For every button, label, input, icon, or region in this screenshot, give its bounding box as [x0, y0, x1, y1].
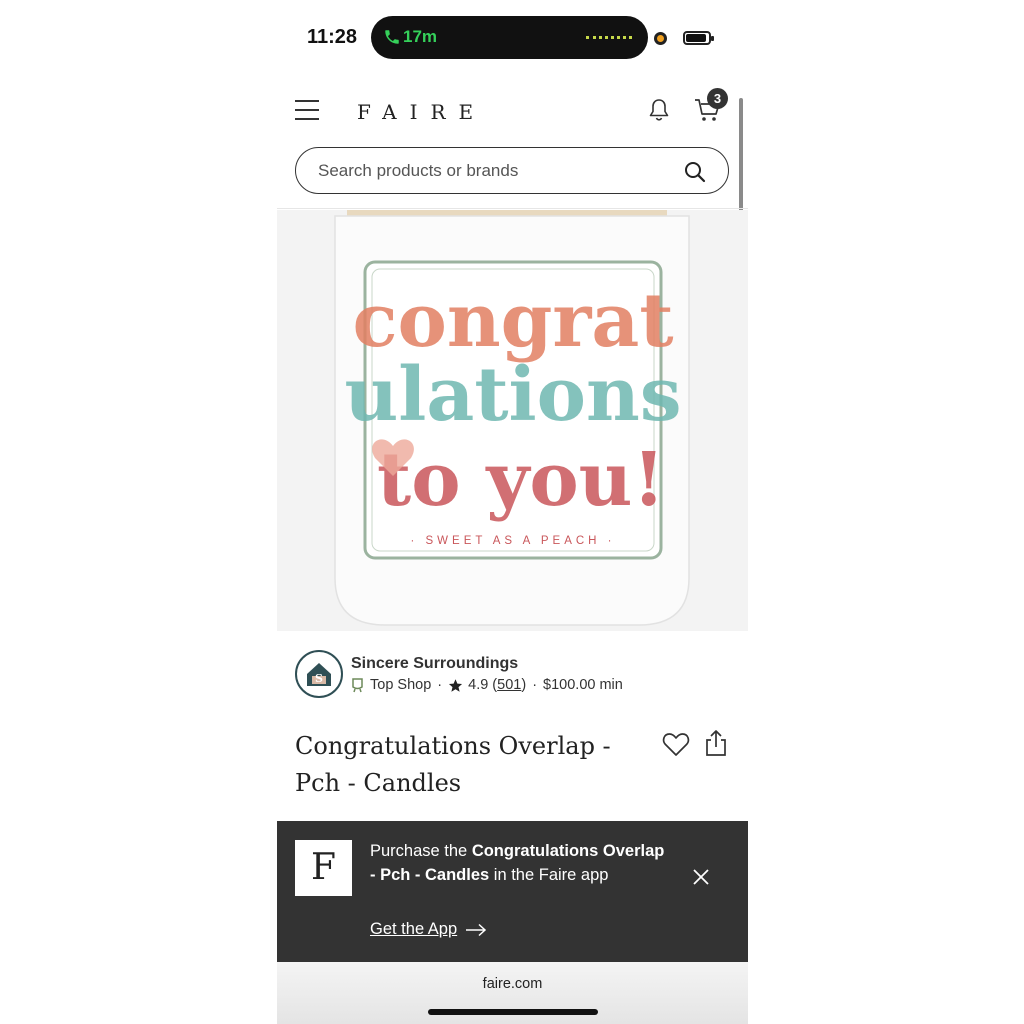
faire-logo[interactable]: FAIRE — [357, 100, 486, 124]
shop-meta: Top Shop · 4.9 (501) · $100.00 min — [351, 677, 623, 693]
label-line-2: ulations — [345, 352, 682, 438]
cart-count-badge: 3 — [707, 88, 728, 109]
banner-text-prefix: Purchase the — [370, 842, 472, 860]
search-icon[interactable] — [684, 161, 706, 183]
review-count-link[interactable]: 501 — [497, 677, 521, 693]
favorite-heart-icon[interactable] — [662, 731, 690, 757]
top-shop-badge-icon — [352, 677, 363, 692]
status-time: 11:28 — [307, 26, 358, 48]
menu-icon[interactable] — [295, 100, 319, 120]
header-divider — [277, 208, 748, 209]
search-bar[interactable] — [295, 147, 729, 194]
top-shop-label: Top Shop — [370, 677, 432, 693]
arrow-right-icon — [466, 923, 487, 936]
browser-url[interactable]: faire.com — [277, 976, 748, 992]
label-tagline: · SWEET AS A PEACH · — [410, 535, 615, 547]
product-title: Congratulations Overlap - Pch - Candles — [295, 732, 611, 797]
shop-avatar[interactable]: S — [295, 650, 343, 698]
call-duration: 17m — [403, 27, 438, 46]
search-input[interactable] — [318, 158, 678, 184]
shop-minimum: $100.00 min — [543, 677, 623, 693]
audio-wave-icon — [586, 36, 632, 39]
phone-call-icon — [385, 30, 399, 44]
shop-rating: 4.9 — [468, 677, 489, 693]
app-banner: F Purchase the Congratulations Overlap -… — [277, 821, 748, 962]
share-icon[interactable] — [704, 729, 728, 757]
banner-message: Purchase the Congratulations Overlap - P… — [370, 840, 670, 887]
get-app-label[interactable]: Get the App — [370, 920, 457, 939]
separator: · — [437, 677, 443, 693]
star-icon — [449, 678, 463, 692]
bell-icon[interactable] — [647, 97, 671, 123]
dynamic-island-call[interactable]: 17m — [371, 16, 648, 59]
faire-app-logo: F — [295, 840, 352, 896]
battery-icon — [683, 31, 714, 45]
browser-bottom-bar: faire.com — [277, 962, 748, 1024]
label-line-3: to you! — [377, 437, 665, 523]
close-icon[interactable] — [690, 866, 712, 888]
candle-illustration: congrat ulations to you! · SWEET AS A PE… — [277, 210, 748, 631]
product-image[interactable]: congrat ulations to you! · SWEET AS A PE… — [277, 210, 748, 631]
home-indicator[interactable] — [428, 1009, 598, 1015]
separator: · — [532, 677, 538, 693]
banner-text-suffix: in the Faire app — [489, 865, 609, 884]
get-app-button[interactable]: Get the App — [370, 920, 487, 939]
svg-text:S: S — [315, 672, 323, 685]
privacy-indicator-icon — [654, 32, 667, 45]
shop-name[interactable]: Sincere Surroundings — [351, 655, 518, 673]
